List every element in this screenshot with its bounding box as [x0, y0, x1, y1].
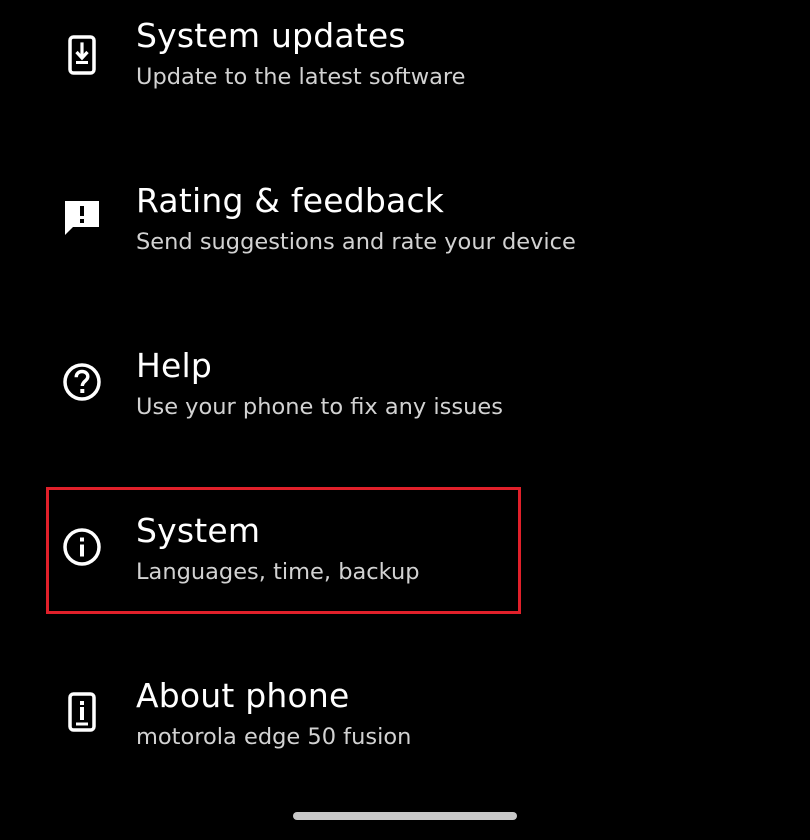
gesture-nav-handle[interactable]	[293, 812, 517, 820]
phone-info-icon	[60, 690, 104, 734]
help-icon	[60, 360, 104, 404]
settings-item-subtitle: motorola edge 50 fusion	[136, 724, 412, 750]
settings-item-title: Rating & feedback	[136, 181, 445, 220]
system-update-icon	[60, 33, 104, 77]
settings-item-help[interactable]: Help Use your phone to fix any issues	[0, 330, 810, 480]
feedback-icon	[60, 196, 104, 240]
settings-item-system[interactable]: System Languages, time, backup	[0, 495, 810, 645]
settings-item-rating-feedback[interactable]: Rating & feedback Send suggestions and r…	[0, 165, 810, 315]
settings-list: System updates Update to the latest soft…	[0, 0, 810, 840]
settings-item-title: System updates	[136, 16, 406, 55]
settings-item-subtitle: Update to the latest software	[136, 64, 466, 90]
info-icon	[60, 525, 104, 569]
settings-item-title: Help	[136, 346, 213, 385]
settings-item-title: System	[136, 511, 261, 550]
settings-item-subtitle: Languages, time, backup	[136, 559, 420, 585]
settings-item-system-updates[interactable]: System updates Update to the latest soft…	[0, 0, 810, 150]
settings-item-subtitle: Send suggestions and rate your device	[136, 229, 576, 255]
settings-item-about-phone[interactable]: About phone motorola edge 50 fusion	[0, 660, 810, 810]
settings-item-subtitle: Use your phone to fix any issues	[136, 394, 503, 420]
settings-item-title: About phone	[136, 676, 350, 715]
